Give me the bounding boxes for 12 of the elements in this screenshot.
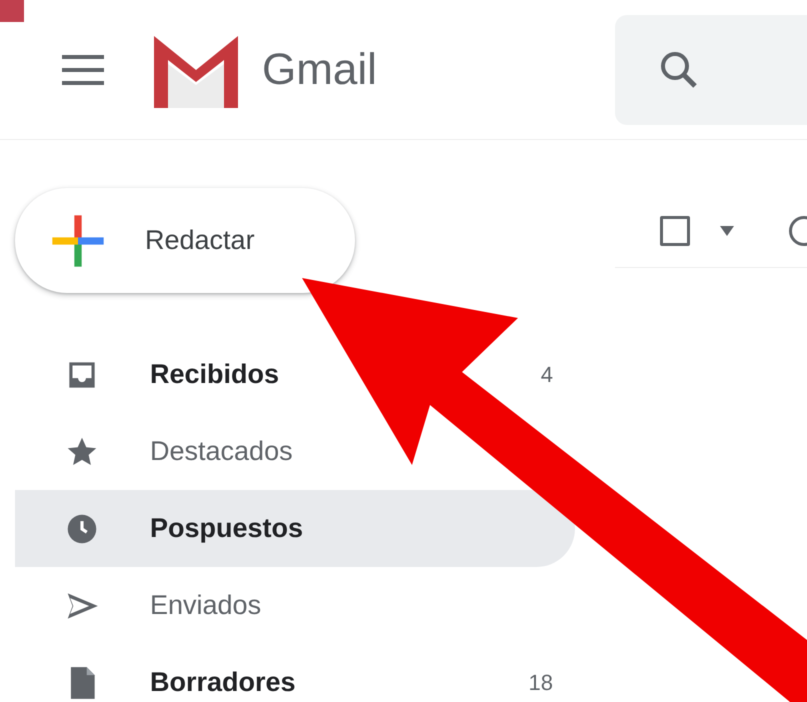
nav-item[interactable]: Pospuestos	[15, 490, 575, 567]
nav-item[interactable]: Enviados	[15, 567, 575, 644]
caret-icon[interactable]	[720, 226, 734, 236]
compose-button[interactable]: Redactar	[15, 188, 355, 293]
search-field[interactable]	[615, 15, 807, 125]
app-name: Gmail	[262, 44, 377, 94]
menu-icon[interactable]	[62, 54, 104, 84]
nav-item[interactable]: Destacados	[15, 413, 575, 490]
select-checkbox[interactable]	[660, 216, 690, 246]
corner-mark	[0, 0, 24, 22]
nav-item[interactable]: Recibidos 4	[15, 336, 575, 413]
nav-item[interactable]: Borradores 18	[15, 644, 575, 702]
